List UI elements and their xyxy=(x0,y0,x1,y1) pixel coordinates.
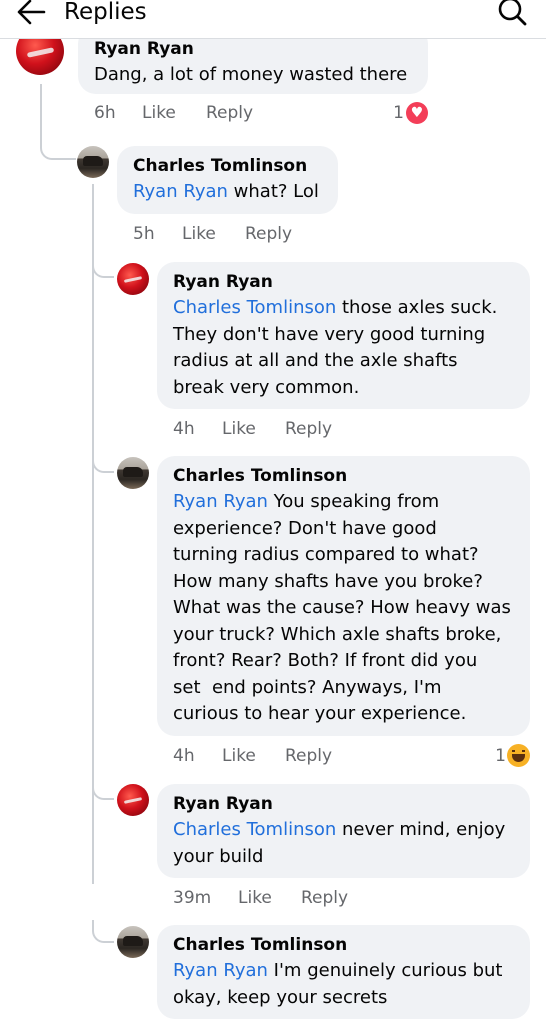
comment-author[interactable]: Charles Tomlinson xyxy=(173,932,514,958)
comment-text: Charles Tomlinson those axles suck. They… xyxy=(173,297,498,398)
avatar[interactable] xyxy=(117,784,149,816)
page-title: Replies xyxy=(64,0,147,25)
comment-author[interactable]: Ryan Ryan xyxy=(94,36,412,62)
arrow-left-icon[interactable] xyxy=(14,0,50,30)
comment-author[interactable]: Charles Tomlinson xyxy=(173,463,514,489)
reaction-count: 1 xyxy=(495,746,506,766)
thread-branch xyxy=(92,256,114,278)
mention-link[interactable]: Ryan Ryan xyxy=(173,960,268,981)
comment-bubble: Ryan Ryan Charles Tomlinson never mind, … xyxy=(157,784,530,878)
comment-time: 6h xyxy=(94,103,116,123)
comment-time: 39m xyxy=(173,888,212,908)
comment-actions: 6h Like Reply xyxy=(94,102,394,124)
reaction-summary[interactable]: 1 xyxy=(472,744,530,767)
thread-branch xyxy=(40,138,76,160)
avatar[interactable] xyxy=(117,926,149,958)
comment-actions: 39m Like Reply xyxy=(173,887,433,909)
haha-icon xyxy=(507,744,530,767)
like-button[interactable]: Like xyxy=(238,887,272,909)
heart-icon xyxy=(406,102,428,124)
like-button[interactable]: Like xyxy=(182,223,216,245)
comment-author[interactable]: Ryan Ryan xyxy=(173,269,514,295)
search-icon[interactable] xyxy=(496,0,528,28)
comment-text: Dang, a lot of money wasted there xyxy=(94,64,408,85)
mention-link[interactable]: Charles Tomlinson xyxy=(173,297,336,318)
reply-button[interactable]: Reply xyxy=(245,223,292,245)
reaction-summary[interactable]: 1 xyxy=(370,102,428,124)
avatar[interactable] xyxy=(117,263,149,295)
like-button[interactable]: Like xyxy=(222,418,256,440)
comment-actions: 4h Like Reply xyxy=(173,745,433,767)
comment-text: Ryan Ryan what? Lol xyxy=(133,181,319,202)
reaction-count: 1 xyxy=(393,103,404,123)
comment-bubble: Ryan Ryan Charles Tomlinson those axles … xyxy=(157,262,530,409)
thread-line xyxy=(40,84,42,140)
comment-text: Ryan Ryan You speaking from experience? … xyxy=(173,491,511,724)
comment-time: 4h xyxy=(173,746,195,766)
like-button[interactable]: Like xyxy=(222,745,256,767)
avatar[interactable] xyxy=(117,457,149,489)
mention-link[interactable]: Ryan Ryan xyxy=(133,181,228,202)
header-bar: Replies xyxy=(0,0,546,39)
reply-button[interactable]: Reply xyxy=(206,102,253,124)
mention-link[interactable]: Ryan Ryan xyxy=(173,491,268,512)
avatar[interactable] xyxy=(77,146,109,178)
thread-branch xyxy=(92,920,114,943)
comment-bubble: Charles Tomlinson Ryan Ryan what? Lol xyxy=(117,146,338,214)
comment-bubble: Charles Tomlinson Ryan Ryan You speaking… xyxy=(157,456,530,736)
comment-actions: 5h Like Reply xyxy=(133,223,393,245)
reply-button[interactable]: Reply xyxy=(285,418,332,440)
comment-bubble: Charles Tomlinson Ryan Ryan I'm genuinel… xyxy=(157,925,530,1019)
thread-branch xyxy=(92,451,114,473)
like-button[interactable]: Like xyxy=(142,102,176,124)
comment-text: Charles Tomlinson never mind, enjoy your… xyxy=(173,819,506,867)
reply-button[interactable]: Reply xyxy=(301,887,348,909)
thread-branch xyxy=(92,778,114,800)
mention-link[interactable]: Charles Tomlinson xyxy=(173,819,336,840)
comment-author[interactable]: Ryan Ryan xyxy=(173,791,514,817)
comment-time: 4h xyxy=(173,419,195,439)
reply-button[interactable]: Reply xyxy=(285,745,332,767)
comment-actions: 4h Like Reply xyxy=(173,418,433,440)
comment-time: 5h xyxy=(133,224,155,244)
comment-author[interactable]: Charles Tomlinson xyxy=(133,153,322,179)
comment-text: Ryan Ryan I'm genuinely curious but okay… xyxy=(173,960,503,1008)
